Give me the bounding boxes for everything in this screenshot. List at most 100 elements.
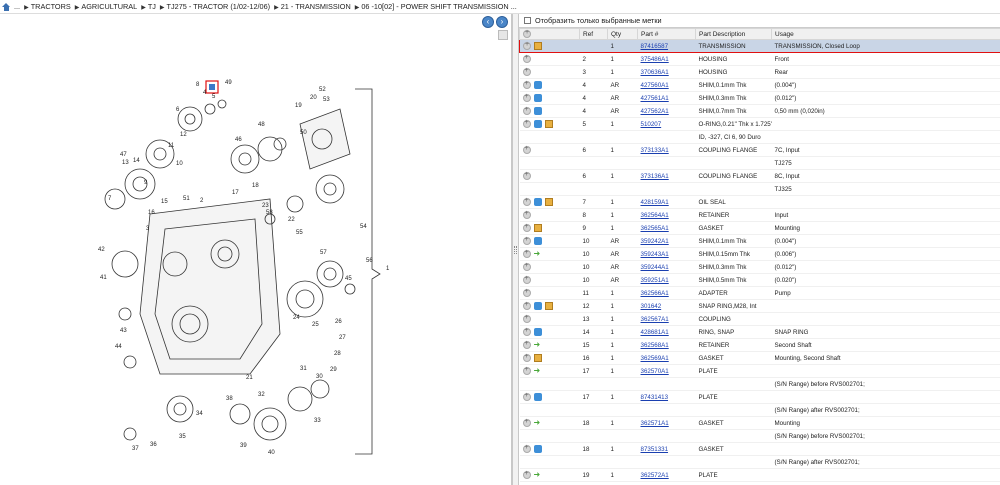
diagram-callout[interactable]: 38: [226, 396, 233, 402]
part-number-link[interactable]: 427562A1: [641, 108, 669, 115]
table-row[interactable]: 31370636A1 HOUSINGRear: [519, 65, 1000, 79]
table-row[interactable]: 91362565A1 GASKETMounting: [519, 221, 1000, 235]
diagram-callout[interactable]: 49: [225, 80, 232, 86]
table-row[interactable]: 81362564A1 RETAINERInput: [519, 208, 1000, 222]
diagram-callout[interactable]: 26: [335, 319, 342, 325]
add-to-cart-icon[interactable]: [522, 145, 531, 154]
table-row[interactable]: 10AR359251A1 SHIM,0.5mm Thk(0.020"): [519, 273, 1000, 287]
diagram-callout[interactable]: 2: [200, 198, 204, 204]
part-number-link[interactable]: 362567A1: [641, 316, 669, 323]
table-row[interactable]: (S/N Range) before RVS002701;: [519, 377, 1000, 391]
table-row[interactable]: ➜ 181362571A1 GASKETMounting: [519, 416, 1000, 430]
part-number-link[interactable]: 362569A1: [641, 355, 669, 362]
table-row[interactable]: ➜ 10AR359243A1 SHIM,0.15mm Thk(0.006"): [519, 247, 1000, 261]
table-row[interactable]: ➜ 151362568A1 RETAINERSecond Shaft: [519, 338, 1000, 352]
add-to-cart-icon[interactable]: [522, 236, 531, 245]
table-row[interactable]: 121301642 SNAP RING,M28, Int: [519, 299, 1000, 313]
diagram-callout[interactable]: 5: [212, 94, 216, 100]
table-row[interactable]: 111362566A1ADAPTERPump: [519, 286, 1000, 300]
part-number-link[interactable]: 362565A1: [641, 225, 669, 232]
info-icon[interactable]: [533, 237, 542, 245]
diagram-callout[interactable]: 45: [345, 276, 352, 282]
diagram-callout[interactable]: 19: [295, 103, 302, 109]
diagram-callout[interactable]: 30: [316, 374, 323, 380]
diagram-callout[interactable]: 12: [180, 132, 187, 138]
diagram-callout[interactable]: 33: [314, 418, 321, 424]
part-number-link[interactable]: 362571A1: [641, 420, 669, 427]
diagram-callout[interactable]: 16: [148, 210, 155, 216]
table-row[interactable]: 17187431413 PLATE: [519, 390, 1000, 404]
forward-icon[interactable]: ➜: [534, 250, 542, 258]
diagram-callout[interactable]: 40: [268, 450, 275, 456]
diagram-callout[interactable]: 56: [366, 258, 373, 264]
diagram-callout[interactable]: 6: [176, 107, 180, 113]
diagram-callout[interactable]: 11: [168, 143, 175, 149]
add-to-cart-icon[interactable]: [523, 41, 531, 50]
table-row[interactable]: 4AR427560A1 SHIM,0.1mm Thk(0.004"): [519, 78, 1000, 92]
add-to-cart-icon[interactable]: [522, 119, 531, 128]
diagram-callout[interactable]: 28: [334, 351, 341, 357]
part-number-link[interactable]: 510207: [641, 121, 662, 128]
diagram-callout[interactable]: 29: [330, 367, 337, 373]
add-to-cart-icon[interactable]: [522, 327, 531, 336]
diagram-callout[interactable]: 13: [122, 160, 129, 166]
add-to-cart-icon[interactable]: [522, 80, 531, 89]
diagram-callout[interactable]: 44: [115, 344, 122, 350]
header-part[interactable]: Part #: [637, 28, 696, 40]
part-number-link[interactable]: 362572A1: [641, 472, 669, 479]
info-icon[interactable]: [533, 328, 542, 336]
add-to-cart-icon[interactable]: [522, 275, 531, 284]
package-icon[interactable]: [533, 354, 542, 362]
table-row[interactable]: 141428681A1 RING, SNAPSNAP RING: [519, 325, 1000, 339]
add-to-cart-icon[interactable]: [522, 171, 531, 180]
part-number-link[interactable]: 428681A1: [641, 329, 669, 336]
table-row[interactable]: ➜ 191362572A1 PLATE: [519, 468, 1000, 482]
add-to-cart-icon[interactable]: [522, 210, 531, 219]
part-number-link[interactable]: 370636A1: [641, 69, 669, 76]
diagram-callout[interactable]: 10: [176, 161, 183, 167]
diagram-callout[interactable]: 21: [246, 375, 253, 381]
table-row[interactable]: 10AR359242A1 SHIM,0.1mm Thk(0.004"): [519, 234, 1000, 248]
table-row[interactable]: TJ275: [519, 156, 1000, 170]
table-row[interactable]: 131362567A1 COUPLING: [519, 312, 1000, 326]
home-icon[interactable]: [2, 2, 11, 11]
diagram-callout[interactable]: 48: [258, 122, 265, 128]
table-row[interactable]: ➜ 171362570A1 PLATE: [519, 364, 1000, 378]
breadcrumb-item[interactable]: TJ275 - TRACTOR (1/02-12/06): [167, 2, 271, 11]
table-row[interactable]: ID, -327, CI 6, 90 Duro: [519, 130, 1000, 144]
header-description[interactable]: Part Description: [695, 28, 772, 40]
table-row[interactable]: 10AR359244A1 SHIM,0.3mm Thk(0.012"): [519, 260, 1000, 274]
add-to-cart-icon[interactable]: [522, 67, 531, 76]
breadcrumb-item[interactable]: ...: [14, 2, 20, 11]
add-to-cart-icon[interactable]: [522, 392, 531, 401]
diagram-callout[interactable]: 36: [150, 442, 157, 448]
forward-icon[interactable]: ➜: [534, 341, 542, 349]
diagram-callout[interactable]: 22: [288, 217, 295, 223]
part-number-link[interactable]: 362570A1: [641, 368, 669, 375]
info-icon[interactable]: [533, 198, 542, 206]
forward-icon[interactable]: ➜: [534, 367, 542, 375]
forward-icon[interactable]: ➜: [534, 471, 542, 479]
table-row[interactable]: 61373133A1 COUPLING FLANGE7C, Input: [519, 143, 1000, 157]
add-to-cart-icon[interactable]: [522, 340, 531, 349]
diagram-callout[interactable]: 51: [183, 196, 190, 202]
breadcrumb-item[interactable]: TJ: [148, 2, 156, 11]
diagram-callout[interactable]: 17: [232, 190, 239, 196]
diagram-callout[interactable]: 52: [319, 87, 326, 93]
diagram-callout[interactable]: 37: [132, 446, 139, 452]
show-selected-checkbox[interactable]: [524, 17, 531, 24]
add-to-cart-icon[interactable]: [522, 314, 531, 323]
part-number-link[interactable]: 359242A1: [641, 238, 669, 245]
add-to-cart-icon[interactable]: [522, 249, 531, 258]
diagram-callout[interactable]: 34: [196, 411, 203, 417]
info-icon[interactable]: [533, 445, 542, 453]
diagram-callout[interactable]: 25: [312, 322, 319, 328]
package-icon[interactable]: [533, 224, 542, 232]
breadcrumb-item[interactable]: 21 - TRANSMISSION: [281, 2, 351, 11]
diagram-callout[interactable]: 41: [100, 275, 107, 281]
table-row[interactable]: 4AR427562A1 SHIM,0.7mm Thk0,50 mm (0,020i…: [519, 104, 1000, 118]
table-row[interactable]: 4AR427561A1 SHIM,0.3mm Thk(0.012"): [519, 91, 1000, 105]
pane-splitter[interactable]: [512, 14, 519, 485]
package-icon[interactable]: [544, 198, 553, 206]
header-usage[interactable]: Usage: [771, 28, 1000, 40]
